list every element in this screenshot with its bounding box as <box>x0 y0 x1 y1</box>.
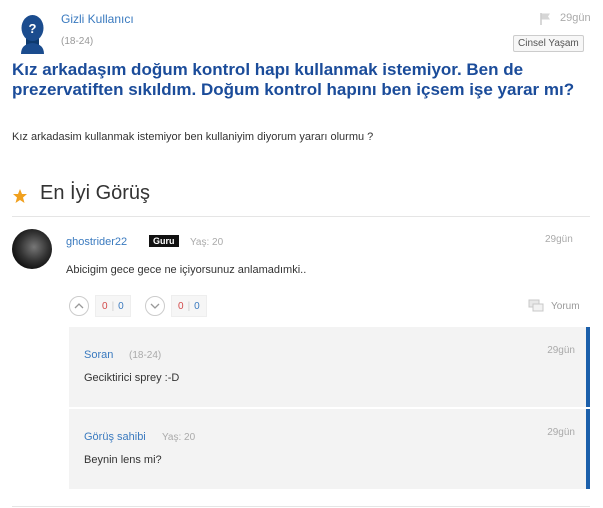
vote-separator: | <box>111 300 115 312</box>
question-header: ? Gizli Kullanıcı (18-24) 29gün Cinsel Y… <box>0 0 603 60</box>
reply-time: 29gün <box>547 427 575 438</box>
chevron-down-icon <box>150 303 160 309</box>
question-body: Kız arkadasim kullanmak istemiyor ben ku… <box>12 131 374 143</box>
svg-text:?: ? <box>29 21 37 36</box>
star-icon <box>13 189 27 203</box>
question-author[interactable]: Gizli Kullanıcı <box>61 12 134 26</box>
comment-label: Yorum <box>551 300 580 312</box>
answer-author-age: Yaş: 20 <box>190 237 224 248</box>
downvote-group: 0 | 0 <box>145 294 207 318</box>
comment-button[interactable]: Yorum <box>528 299 580 313</box>
flag-icon[interactable] <box>538 12 552 26</box>
comment-icon <box>528 299 544 312</box>
downvote-count: 0 | 0 <box>171 295 207 317</box>
reply-time: 29gün <box>547 345 575 356</box>
reply-author[interactable]: Görüş sahibi <box>84 431 146 443</box>
answer-body: Abicigim gece gece ne içiyorsunuz anlama… <box>66 264 307 276</box>
answer-author[interactable]: ghostrider22 <box>66 236 127 248</box>
question-author-age: (18-24) <box>61 36 94 47</box>
downvote-button[interactable] <box>145 296 165 316</box>
upvote-group: 0 | 0 <box>69 294 131 318</box>
upvote-red-count: 0 <box>102 300 108 312</box>
reply-body: Beynin lens mi? <box>84 454 162 466</box>
best-answer-title: En İyi Görüş <box>40 182 151 204</box>
question-title: Kız arkadaşım doğum kontrol hapı kullanm… <box>12 60 575 99</box>
upvote-blue-count: 0 <box>118 300 124 312</box>
anonymous-user-icon: ? <box>21 15 44 54</box>
reply-body: Geciktirici sprey :-D <box>84 372 180 384</box>
upvote-count: 0 | 0 <box>95 295 131 317</box>
reply-item: Görüş sahibi Yaş: 20 29gün Beynin lens m… <box>69 409 590 489</box>
chevron-up-icon <box>74 303 84 309</box>
avatar[interactable] <box>12 229 52 269</box>
upvote-button[interactable] <box>69 296 89 316</box>
guru-badge: Guru <box>149 235 179 247</box>
reply-author-age: Yaş: 20 <box>162 432 196 443</box>
reply-author[interactable]: Soran <box>84 349 113 361</box>
reply-item: Soran (18-24) 29gün Geciktirici sprey :-… <box>69 327 590 407</box>
reply-author-age: (18-24) <box>129 350 162 361</box>
downvote-blue-count: 0 <box>194 300 200 312</box>
divider <box>12 216 590 217</box>
answer-time: 29gün <box>545 234 573 245</box>
divider <box>12 506 590 507</box>
vote-separator: | <box>187 300 191 312</box>
question-time: 29gün <box>560 12 591 24</box>
category-tag[interactable]: Cinsel Yaşam <box>513 35 584 52</box>
downvote-red-count: 0 <box>178 300 184 312</box>
